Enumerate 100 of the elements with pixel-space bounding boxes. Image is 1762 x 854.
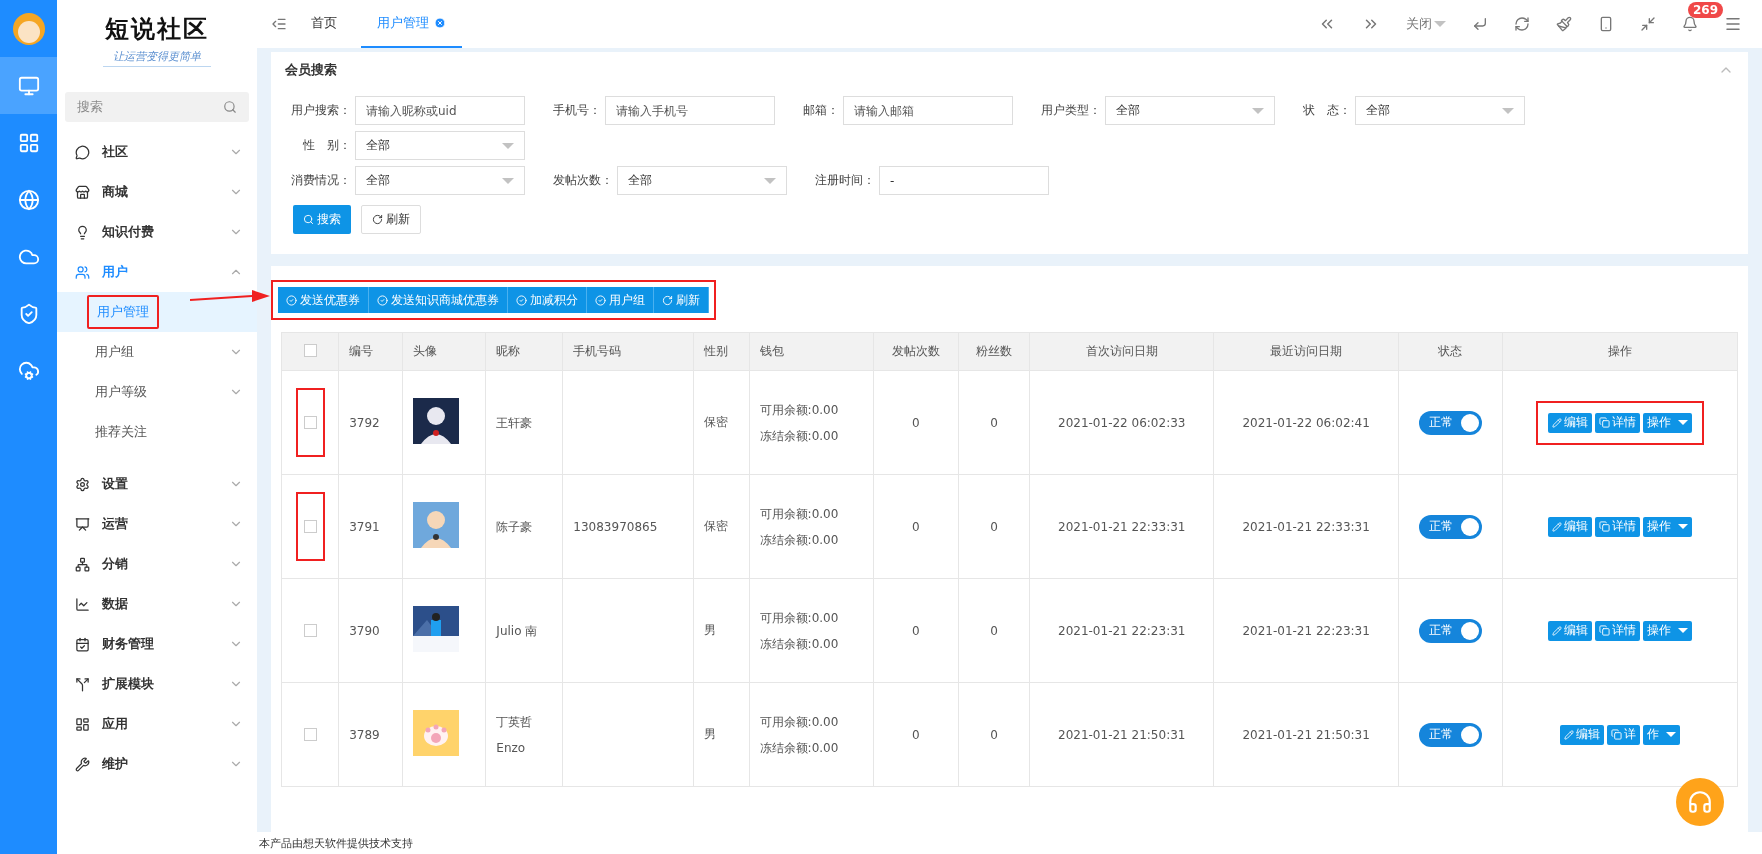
sidebar-item[interactable]: 社区 (57, 132, 257, 172)
table-cell: 0 (958, 578, 1030, 683)
apps-icon (75, 716, 90, 732)
column-header: 编号 (338, 332, 403, 371)
select-field[interactable]: 全部 (1105, 96, 1275, 125)
input-field[interactable]: 请输入昵称或uid (355, 96, 525, 125)
sidebar-item[interactable]: 知识付费 (57, 212, 257, 252)
field-label: 性 别： (302, 137, 352, 154)
refresh-icon[interactable] (1514, 16, 1530, 32)
checkbox[interactable] (303, 520, 317, 533)
toolbar-button[interactable]: 发送知识商城优惠券 (369, 287, 508, 313)
edit-button[interactable]: 编辑 (1548, 412, 1593, 433)
check-circle-icon (377, 294, 388, 306)
checkbox[interactable] (303, 343, 317, 357)
column-header: 粉丝数 (958, 332, 1030, 371)
column-header: 发帖次数 (873, 332, 959, 371)
cloud-cog-icon (17, 359, 40, 382)
copy-icon (1599, 417, 1611, 428)
users-icon (75, 264, 90, 280)
sidebar-item[interactable]: 商城 (57, 172, 257, 212)
detail-button[interactable]: 详情 (1595, 516, 1641, 537)
sidebar-subitem[interactable]: 用户管理 (87, 295, 159, 329)
detail-button[interactable]: 详情 (1595, 620, 1641, 641)
status-toggle[interactable]: 正常 (1418, 410, 1482, 435)
bulb-icon (75, 224, 90, 240)
toolbar-button[interactable]: 发送优惠券 (278, 287, 369, 313)
table-cell-text: 陈子豪 (496, 518, 534, 536)
actions-dropdown[interactable]: 操作 (1643, 412, 1693, 433)
pencil-icon (1564, 729, 1575, 740)
table-cell: 3791 (338, 474, 403, 579)
edit-button[interactable]: 编辑 (1548, 516, 1593, 537)
sidebar-item[interactable]: 维护 (57, 744, 257, 784)
table-cell: 2021-01-21 22:33:31 (1213, 474, 1399, 579)
table-cell: 0 (958, 474, 1030, 579)
actions-dropdown[interactable]: 作 (1643, 724, 1681, 745)
sidebar-item[interactable]: 数据 (57, 584, 257, 624)
bell-icon[interactable] (1682, 16, 1698, 32)
globe-icon (17, 188, 40, 211)
input-field[interactable]: - (879, 166, 1049, 195)
sidebar-item[interactable]: 设置 (57, 464, 257, 504)
select-field[interactable]: 全部 (355, 166, 525, 195)
edit-button[interactable]: 编辑 (1560, 724, 1605, 745)
toolbar-button[interactable]: 用户组 (587, 287, 654, 313)
sidebar-item[interactable]: 运营 (57, 504, 257, 544)
collapse-icon[interactable] (271, 16, 287, 32)
search-field[interactable]: 搜索 (65, 92, 249, 122)
rail-button[interactable] (0, 57, 57, 114)
select-field[interactable]: 全部 (355, 131, 525, 160)
sidebar-item[interactable]: 应用 (57, 704, 257, 744)
edit-button[interactable]: 编辑 (1548, 620, 1593, 641)
check-circle-icon (595, 294, 606, 306)
grid-icon (17, 131, 40, 154)
table-cell: 3790 (338, 578, 403, 683)
headset-icon (1687, 789, 1713, 815)
sidebar-item[interactable]: 扩展模块 (57, 664, 257, 704)
search-button[interactable]: 搜索 (293, 205, 351, 234)
sidebar-item[interactable]: 财务管理 (57, 624, 257, 664)
phone-icon[interactable] (1598, 16, 1614, 32)
close-dropdown[interactable]: 关闭 (1406, 15, 1446, 33)
search-icon (223, 100, 237, 114)
checkbox[interactable] (303, 728, 317, 741)
input-field[interactable]: 请输入手机号 (605, 96, 775, 125)
return-icon[interactable] (1472, 16, 1488, 32)
copy-icon (1599, 521, 1611, 532)
table-cell: 保密 (693, 474, 750, 579)
table-cell-text: 冻结余额:0.00 (759, 635, 840, 653)
menu-icon[interactable] (1724, 15, 1742, 33)
close-icon[interactable] (434, 17, 446, 29)
table-cell-text: 可用余额:0.00 (759, 401, 840, 419)
toolbar-button[interactable]: 加减积分 (508, 287, 587, 313)
sidebar-subitem[interactable]: 用户组 (87, 337, 229, 367)
actions-dropdown[interactable]: 操作 (1643, 516, 1693, 537)
brush-icon[interactable] (1556, 16, 1572, 32)
sidebar-subitem[interactable]: 用户等级 (87, 377, 229, 407)
pencil-icon (1552, 521, 1563, 532)
select-field[interactable]: 全部 (1355, 96, 1525, 125)
store-icon (75, 184, 90, 200)
actions-dropdown[interactable]: 操作 (1643, 620, 1693, 641)
sidebar-item[interactable]: 分销 (57, 544, 257, 584)
input-field[interactable]: 请输入邮箱 (843, 96, 1013, 125)
chart-icon (75, 596, 90, 612)
refresh-button[interactable]: 刷新 (361, 205, 421, 234)
toolbar-button[interactable]: 刷新 (654, 287, 709, 313)
sidebar-subitem[interactable]: 推荐关注 (87, 417, 243, 447)
table-cell-text: 可用余额:0.00 (759, 505, 840, 523)
detail-button[interactable]: 详情 (1595, 412, 1641, 433)
detail-button[interactable]: 详 (1607, 724, 1641, 745)
tab[interactable]: 首页 (295, 0, 353, 48)
check-circle-icon (516, 294, 527, 306)
select-field[interactable]: 全部 (617, 166, 787, 195)
table-cell-text: 王轩豪 (496, 414, 534, 432)
status-toggle[interactable]: 正常 (1418, 722, 1482, 747)
table-cell: 13083970865 (573, 519, 658, 534)
checkbox[interactable] (303, 624, 317, 637)
status-toggle[interactable]: 正常 (1418, 514, 1482, 539)
checkbox[interactable] (303, 416, 317, 429)
status-toggle[interactable]: 正常 (1418, 618, 1482, 643)
fullscreen-icon[interactable] (1640, 16, 1656, 32)
sidebar-item[interactable]: 用户 (57, 252, 257, 292)
field-label: 邮箱： (802, 102, 840, 119)
